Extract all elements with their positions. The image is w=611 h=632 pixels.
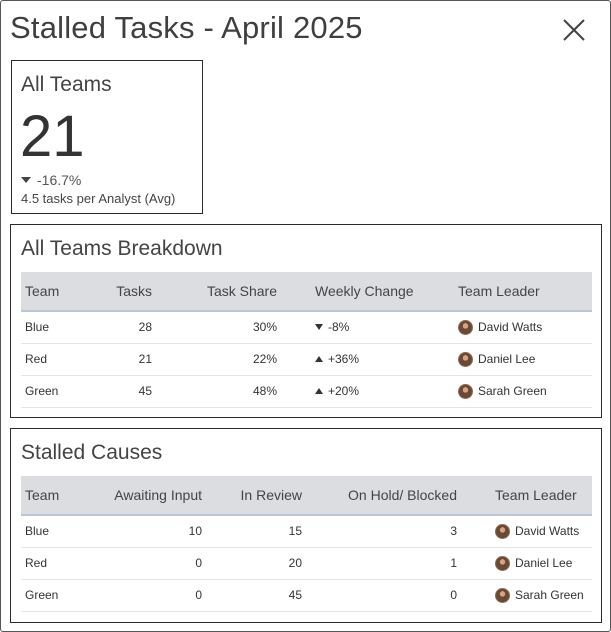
down-arrow-icon (315, 324, 323, 331)
avatar (458, 383, 473, 399)
avatar (458, 351, 473, 367)
table-row[interactable]: Green 45 48% +20% Sarah Green (21, 375, 592, 407)
breakdown-table: Team Tasks Task Share Weekly Change Team… (21, 272, 592, 408)
team-cell: Blue (25, 524, 50, 539)
share-cell: 22% (252, 352, 277, 366)
in-review-cell: 15 (288, 524, 302, 539)
awaiting-input-cell: 0 (195, 556, 202, 570)
change-value: -8% (328, 320, 350, 335)
on-hold-cell: 3 (450, 524, 457, 539)
change-cell: -8% (281, 311, 436, 343)
leader-name: Daniel Lee (478, 352, 536, 366)
close-icon[interactable] (559, 15, 589, 45)
kpi-change-value: -16.7% (37, 172, 82, 188)
leader-cell: Sarah Green (436, 375, 592, 407)
tasks-cell: 28 (138, 320, 152, 335)
causes-panel: Stalled Causes Team Awaiting Input In Re… (10, 428, 602, 623)
change-value: +20% (328, 384, 360, 398)
kpi-change: -16.7% (21, 172, 81, 188)
kpi-card-all-teams: All Teams 21 -16.7% 4.5 tasks per Analys… (11, 60, 203, 214)
awaiting-input-cell: 10 (188, 524, 202, 539)
table-header-row: Team Tasks Task Share Weekly Change Team… (21, 272, 592, 312)
column-header-team-leader[interactable]: Team Leader (461, 476, 592, 516)
team-cell: Blue (25, 320, 50, 335)
column-header-tasks[interactable]: Tasks (91, 272, 156, 312)
change-value: +36% (328, 352, 360, 366)
table-row[interactable]: Blue 28 30% -8% David Watts (21, 311, 592, 343)
avatar (495, 587, 510, 603)
change-cell: +20% (281, 375, 436, 407)
causes-table: Team Awaiting Input In Review On Hold/ B… (21, 476, 592, 612)
causes-title: Stalled Causes (21, 441, 163, 464)
column-header-awaiting-input[interactable]: Awaiting Input (91, 476, 206, 516)
team-cell: Red (25, 352, 48, 366)
on-hold-cell: 0 (450, 588, 457, 602)
kpi-title: All Teams (21, 73, 112, 96)
leader-cell: Daniel Lee (461, 547, 592, 579)
breakdown-title: All Teams Breakdown (21, 237, 223, 260)
awaiting-input-cell: 0 (195, 588, 202, 602)
change-cell: +36% (281, 343, 436, 375)
table-row[interactable]: Blue 10 15 3 David Watts (21, 515, 592, 547)
in-review-cell: 20 (288, 556, 302, 570)
column-header-team[interactable]: Team (21, 476, 91, 516)
tasks-cell: 21 (138, 352, 152, 366)
column-header-on-hold-blocked[interactable]: On Hold/ Blocked (306, 476, 461, 516)
page-title: Stalled Tasks - April 2025 (10, 10, 363, 45)
team-cell: Green (25, 588, 59, 602)
leader-name: Sarah Green (478, 384, 547, 398)
leader-cell: David Watts (436, 311, 592, 343)
kpi-subtitle: 4.5 tasks per Analyst (Avg) (21, 191, 176, 206)
breakdown-panel: All Teams Breakdown Team Tasks Task Shar… (10, 224, 602, 418)
leader-name: Sarah Green (515, 588, 584, 602)
column-header-task-share[interactable]: Task Share (156, 272, 281, 312)
team-cell: Red (25, 556, 48, 570)
in-review-cell: 45 (288, 588, 302, 602)
avatar (495, 523, 510, 539)
table-header-row: Team Awaiting Input In Review On Hold/ B… (21, 476, 592, 516)
avatar (495, 555, 510, 571)
share-cell: 30% (252, 320, 277, 335)
share-cell: 48% (252, 384, 277, 398)
kpi-value: 21 (20, 104, 85, 169)
up-arrow-icon (315, 388, 323, 394)
tasks-cell: 45 (138, 384, 152, 398)
column-header-in-review[interactable]: In Review (206, 476, 306, 516)
leader-name: David Watts (478, 320, 543, 335)
column-header-team-leader[interactable]: Team Leader (436, 272, 592, 312)
column-header-team[interactable]: Team (21, 272, 91, 312)
leader-cell: Daniel Lee (436, 343, 592, 375)
table-row[interactable]: Red 0 20 1 Daniel Lee (21, 547, 592, 579)
avatar (458, 319, 473, 335)
leader-cell: Sarah Green (461, 579, 592, 611)
column-header-weekly-change[interactable]: Weekly Change (281, 272, 436, 312)
leader-name: David Watts (515, 524, 580, 539)
leader-cell: David Watts (461, 515, 592, 547)
team-cell: Green (25, 384, 59, 398)
up-arrow-icon (315, 356, 323, 362)
table-row[interactable]: Red 21 22% +36% Daniel Lee (21, 343, 592, 375)
on-hold-cell: 1 (450, 556, 457, 570)
down-arrow-icon (21, 177, 31, 183)
leader-name: Daniel Lee (515, 556, 573, 570)
table-row[interactable]: Green 0 45 0 Sarah Green (21, 579, 592, 611)
